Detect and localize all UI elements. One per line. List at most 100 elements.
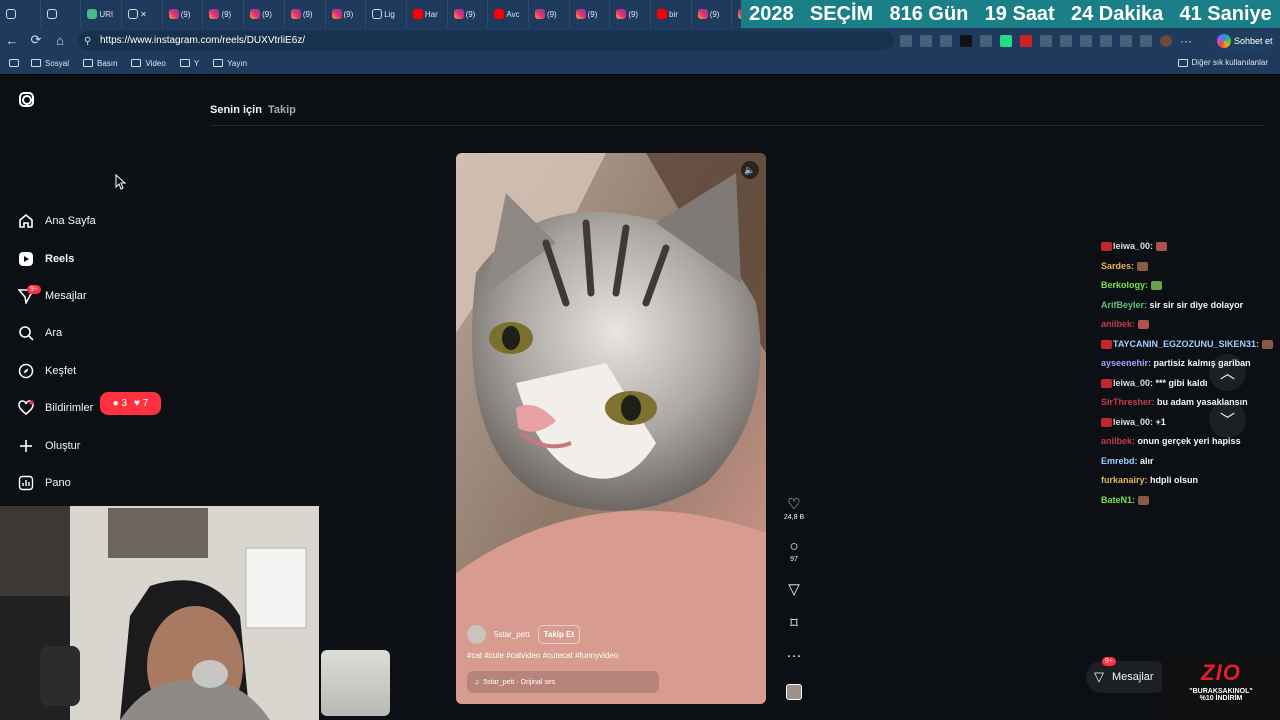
browser-tab[interactable]: (9) (610, 0, 651, 28)
more-options-button[interactable]: ··· (780, 647, 808, 665)
chat-message: Emrebd: alır (1101, 455, 1280, 468)
extensions-puzzle-icon[interactable] (1040, 34, 1052, 47)
browser-tab[interactable]: URI (81, 0, 123, 28)
home-browser-icon[interactable]: ⌂ (48, 28, 72, 52)
browser-tab[interactable]: (9) (203, 0, 245, 28)
save-button[interactable]: ⌑ (780, 614, 808, 633)
performance-icon[interactable] (1080, 34, 1092, 47)
tab-for-you[interactable]: Senin için (210, 104, 262, 116)
volume-icon[interactable]: 🔈 (741, 161, 759, 179)
sidebar-item-label: Keşfet (45, 365, 77, 377)
floating-messages-button[interactable]: ▽ 9+ Mesajlar (1086, 657, 1170, 693)
browser-tab[interactable]: Lig (366, 0, 407, 28)
bookmark-folder-video[interactable]: Video (131, 59, 166, 68)
browser-tab-label: (9) (262, 9, 272, 19)
bookmarks-menu-icon[interactable] (9, 59, 19, 67)
instagram-icon (575, 9, 586, 19)
extension-icon[interactable] (960, 34, 972, 47)
chat-username: furkanairy: (1101, 475, 1148, 485)
sidebar-item-reels[interactable]: Reels (17, 250, 74, 268)
chat-message: leiwa_00: (1101, 240, 1280, 253)
site-info-icon[interactable]: ⚲ (84, 36, 94, 47)
browser-tab[interactable] (0, 0, 41, 28)
browser-tab-label: (9) (709, 9, 720, 19)
extension-icon[interactable] (980, 34, 992, 47)
countdown-hours: 19 Saat (984, 2, 1055, 25)
browser-tab[interactable]: ✕ (122, 0, 163, 28)
extension-icon[interactable] (1000, 34, 1012, 47)
browser-tab-label: URI (99, 9, 114, 19)
browser-tab[interactable]: (9) (326, 0, 367, 28)
chat-username: ayseenehir: (1101, 358, 1152, 368)
copilot-chat-button[interactable]: Sohbet et (1214, 31, 1276, 50)
read-aloud-icon[interactable] (920, 34, 932, 47)
browser-tab[interactable]: (9) (692, 0, 733, 28)
bookmark-folder-sosyal[interactable]: Sosyal (31, 59, 69, 68)
audio-thumbnail[interactable] (786, 684, 802, 700)
back-icon[interactable]: ← (0, 28, 24, 52)
collections-icon[interactable] (1120, 34, 1132, 47)
bookmark-folder-basin[interactable]: Basın (83, 59, 117, 68)
chat-username: leiwa_00: (1113, 416, 1154, 427)
author-avatar[interactable] (467, 625, 486, 644)
chat-text: +1 (1155, 416, 1166, 427)
instagram-logo-icon[interactable] (19, 92, 34, 107)
notifications-pill[interactable]: ● 3 ♥ 7 (100, 392, 161, 415)
promo-code: "BURAKSAKINOL" (1189, 688, 1253, 695)
sidebar-item-notifications[interactable]: Bildirimler (17, 399, 93, 417)
chat-badge-icon (1101, 417, 1112, 427)
like-button[interactable]: ♡ 24,8 B (780, 495, 808, 521)
browser-tab[interactable]: Har (407, 0, 448, 28)
browser-tab[interactable]: (9) (529, 0, 570, 28)
comment-button[interactable]: ○ 97 (780, 538, 808, 563)
feed-tabs: Senin için Takip (210, 104, 296, 116)
browser-tab[interactable]: (9) (448, 0, 489, 28)
sidebar-item-home[interactable]: Ana Sayfa (17, 212, 96, 230)
comment-count-value: 3 (121, 398, 128, 409)
other-bookmarks-folder[interactable]: Diğer sık kullanılanlar (1177, 58, 1268, 67)
tab-following[interactable]: Takip (268, 104, 296, 116)
chat-username: anilbek: (1101, 436, 1136, 446)
chevron-down-icon (6, 9, 16, 19)
sidebar-item-dashboard[interactable]: Pano (17, 474, 71, 492)
folder-icon (213, 59, 224, 67)
screenshot-icon[interactable] (1140, 34, 1152, 47)
browser-tab-label: bir (669, 9, 678, 19)
folder-icon (1177, 58, 1188, 67)
browser-tab-label: (9) (628, 9, 639, 19)
sidebar-item-explore[interactable]: Keşfet (17, 362, 76, 380)
url-field[interactable]: ⚲ https://www.instagram.com/reels/DUXVtr… (78, 31, 894, 50)
browser-tab[interactable]: Avc (488, 0, 529, 28)
bookmark-folder-yayin[interactable]: Yayın (213, 59, 247, 68)
more-menu-icon[interactable]: ··· (1180, 34, 1192, 48)
chat-username: Berkology: (1101, 280, 1149, 290)
favorites-icon[interactable] (1100, 34, 1112, 47)
chat-message: leiwa_00: *** gibi kaldı (1101, 377, 1280, 390)
sidebar-toggle-icon[interactable] (1060, 34, 1072, 47)
reel-video[interactable]: 🔈 5star_pett Takip Et #cat #cute #catvid… (456, 153, 766, 704)
browser-tab[interactable]: (9) (244, 0, 285, 28)
favorite-star-icon[interactable] (940, 34, 952, 47)
bookmark-folder-y[interactable]: Y (179, 59, 199, 68)
extension-icon[interactable] (1020, 34, 1032, 47)
browser-tab[interactable]: (9) (163, 0, 204, 28)
split-screen-icon[interactable] (900, 34, 912, 47)
promo-discount: %10 İNDİRİM (1199, 695, 1243, 702)
browser-tab[interactable]: (9) (570, 0, 611, 28)
sidebar-item-create[interactable]: Oluştur (17, 437, 80, 455)
reel-hashtags[interactable]: #cat #cute #catvideo #cutecat #funnyvide… (467, 651, 618, 660)
reload-icon[interactable]: ⟳ (24, 28, 48, 52)
comment-count-label: 97 (790, 556, 798, 563)
share-button[interactable]: ▽ (780, 580, 808, 599)
follow-button[interactable]: Takip Et (537, 625, 581, 644)
sidebar-item-label: Ana Sayfa (45, 215, 96, 227)
instagram-icon (697, 9, 708, 19)
sidebar-item-search[interactable]: Ara (17, 324, 62, 342)
reel-audio-link[interactable]: ♫ 5star_pett · Orijinal ses (467, 671, 659, 693)
countdown-seconds: 41 Saniye (1179, 2, 1272, 25)
browser-tab[interactable]: bir (651, 0, 692, 28)
author-username[interactable]: 5star_pett (494, 630, 530, 639)
profile-avatar[interactable] (1160, 34, 1172, 47)
browser-tab[interactable] (41, 0, 82, 28)
browser-tab[interactable]: (9) (285, 0, 326, 28)
